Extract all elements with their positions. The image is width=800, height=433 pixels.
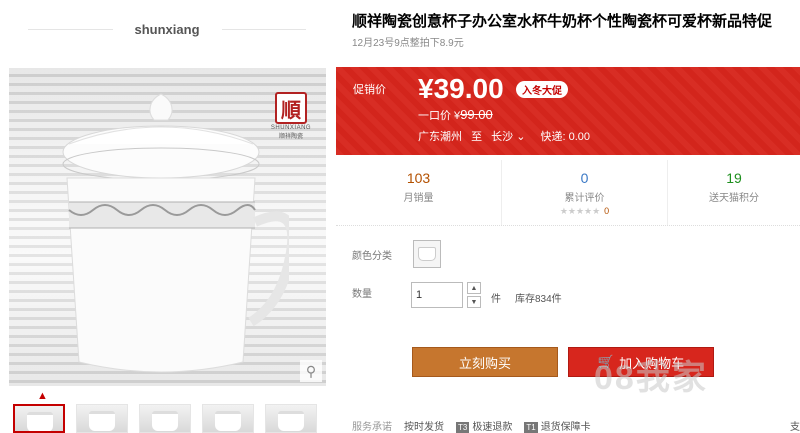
stat-label: 累计评价 — [564, 193, 605, 204]
ship-from: 广东潮州 — [418, 131, 462, 143]
mug-illustration — [62, 93, 289, 373]
brand-seal: 順 — [275, 92, 307, 124]
service-promises: 服务承诺 按时发货 T3 极速退款 T1 退货保障卡 — [352, 418, 591, 433]
product-title: 顺祥陶瓷创意杯子办公室水杯牛奶杯个性陶瓷杯可爱杯新品特促 — [352, 13, 773, 30]
price-panel: 促销价 ¥39.00 入冬大促 一口价 ¥99.00 广东潮州 至 长沙 ⌄ 快… — [336, 67, 800, 155]
promo-price: ¥39.00 — [418, 73, 504, 104]
quantity-input[interactable] — [411, 282, 463, 308]
shop-name[interactable]: shunxiang — [113, 22, 222, 37]
shop-header: shunxiang — [28, 14, 307, 44]
color-label: 颜色分类 — [352, 251, 392, 262]
buy-now-button[interactable]: 立刻购买 — [412, 347, 558, 377]
stats-bar: 103 月销量 0 累计评价 ★★★★★ 0 19 送天猫积分 — [336, 160, 800, 226]
service-item[interactable]: 按时发货 — [404, 418, 444, 433]
product-details: 顺祥陶瓷创意杯子办公室水杯牛奶杯个性陶瓷杯可爱杯新品特促 12月23号9点整拍下… — [335, 0, 800, 433]
divider — [221, 28, 307, 30]
product-gallery: shunxiang 順 SHUNXIANG 顺祥陶瓷 ⚲ ▲ — [0, 0, 335, 433]
stat-label: 月销量 — [403, 193, 434, 204]
original-price: 一口价 ¥99.00 — [418, 107, 493, 123]
main-product-image[interactable]: 順 SHUNXIANG 顺祥陶瓷 ⚲ — [9, 68, 326, 386]
stat-points: 19 送天猫积分 — [668, 160, 800, 225]
thumbnail[interactable] — [202, 404, 254, 433]
stat-monthly-sales: 103 月销量 — [336, 160, 502, 225]
increment-button[interactable]: ▲ — [467, 282, 481, 294]
service-tail: 支 — [790, 422, 800, 433]
promo-badge: 入冬大促 — [516, 81, 568, 98]
add-to-cart-label: 加入购物车 — [619, 355, 685, 371]
chevron-down-icon: ⌄ — [516, 131, 526, 143]
original-price-value: 99.00 — [460, 107, 493, 122]
price-label: 促销价 — [353, 84, 386, 96]
thumbnail[interactable] — [265, 404, 317, 433]
zoom-icon[interactable]: ⚲ — [300, 360, 322, 382]
qty-label: 数量 — [352, 289, 372, 300]
thumbnail[interactable] — [76, 404, 128, 433]
shipping-fee: 快递: 0.00 — [540, 131, 590, 143]
stock-label: 库存834件 — [515, 294, 562, 305]
brand-logo: 順 SHUNXIANG 顺祥陶瓷 — [271, 92, 311, 140]
stat-value: 103 — [406, 170, 431, 186]
ship-to-word: 至 — [471, 131, 483, 143]
rating-stars: ★★★★★ 0 — [559, 206, 610, 216]
product-subtitle: 12月23号9点整拍下8.9元 — [352, 38, 464, 49]
shipping-info: 广东潮州 至 长沙 ⌄ 快递: 0.00 — [418, 128, 590, 144]
quantity-stepper: ▲ ▼ — [467, 282, 481, 308]
original-price-label: 一口价 ¥ — [418, 110, 461, 122]
color-option[interactable] — [413, 240, 441, 268]
service-label: 服务承诺 — [352, 422, 392, 433]
decrement-button[interactable]: ▼ — [467, 296, 481, 308]
divider — [28, 28, 113, 30]
stat-label: 送天猫积分 — [709, 193, 759, 204]
thumbnail[interactable] — [139, 404, 191, 433]
service-item[interactable]: T3 极速退款 — [456, 418, 512, 433]
brand-cn: 顺祥陶瓷 — [278, 134, 303, 140]
thumbnail[interactable] — [13, 404, 65, 433]
cart-icon: 🛒 — [597, 354, 615, 369]
ship-to-select[interactable]: 长沙 ⌄ — [491, 131, 525, 143]
stat-reviews[interactable]: 0 累计评价 ★★★★★ 0 — [502, 160, 668, 225]
unit-label: 件 — [491, 294, 501, 305]
thumbnail-strip — [13, 404, 317, 433]
service-item[interactable]: T1 退货保障卡 — [524, 418, 591, 433]
stat-value: 0 — [580, 170, 589, 186]
add-to-cart-button[interactable]: 🛒 加入购物车 — [568, 347, 714, 377]
stat-value: 19 — [726, 170, 742, 186]
caret-up-icon: ▲ — [37, 390, 48, 402]
